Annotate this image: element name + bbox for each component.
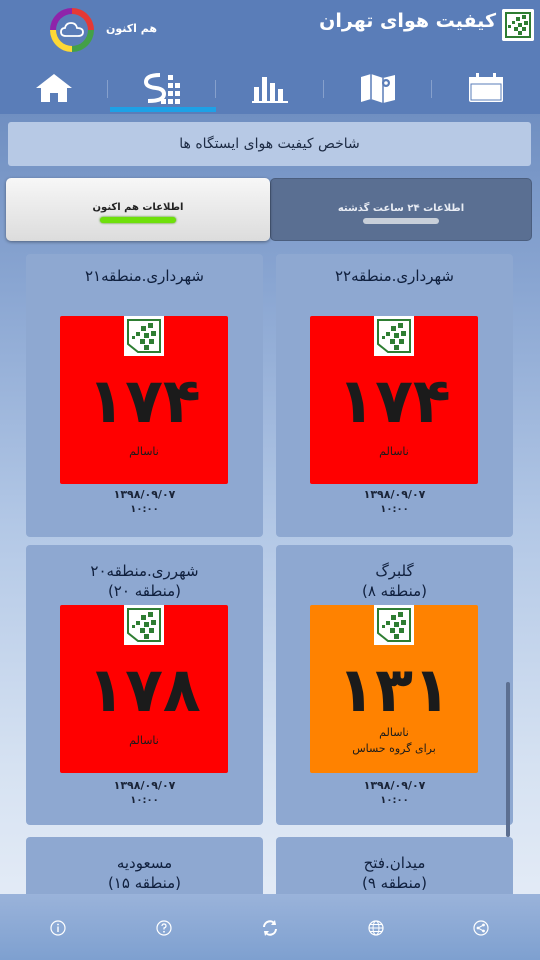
past-24h-indicator (363, 218, 439, 224)
station-name: شهرداری.منطقه۲۲ (335, 267, 454, 285)
share-icon (473, 920, 489, 936)
aqi-value: ۱۷۴ (337, 364, 451, 437)
station-name: شهرری.منطقه۲۰ (منطقه ۲۰) (90, 562, 199, 600)
refresh-button[interactable] (260, 918, 280, 938)
station-name: گلبرگ (منطقه ۸) (361, 562, 428, 600)
app-header: کیفیت هوای تهران هم اکنون (0, 0, 540, 62)
station-card[interactable]: شهرداری.منطقه۲۱ ۱۷۴ ناسالم ۱۳۹۸/۰۹/۰۷ ۱۰… (26, 254, 263, 537)
station-name: مسعودیه (منطقه ۱۵) (107, 854, 182, 892)
bar-chart-icon (252, 77, 288, 103)
tab-chart[interactable] (216, 62, 324, 114)
station-date: ۱۳۹۸/۰۹/۰۷ (363, 488, 426, 501)
globe-button[interactable] (366, 918, 386, 938)
calendar-icon (469, 73, 503, 102)
aqi-box: ۱۷۴ ناسالم (310, 316, 478, 484)
help-icon (156, 920, 172, 936)
aqi-status: ناسالم (129, 445, 159, 458)
data-mode-toggle: اطلاعات ۲۴ ساعت گذشته اطلاعات هم اکنون (6, 178, 532, 241)
tab-map[interactable] (324, 62, 432, 114)
info-icon (50, 920, 66, 936)
now-label: هم اکنون (106, 22, 158, 35)
station-card[interactable]: گلبرگ (منطقه ۸) ۱۳۱ ناسالم برای گروه حسا… (276, 545, 513, 825)
share-button[interactable] (471, 918, 491, 938)
info-button[interactable] (48, 918, 68, 938)
station-date: ۱۳۹۸/۰۹/۰۷ (113, 488, 176, 501)
tab-calendar[interactable] (432, 62, 540, 114)
current-data-indicator (100, 217, 176, 223)
refresh-icon (263, 920, 277, 936)
station-card[interactable]: شهرداری.منطقه۲۲ ۱۷۴ ناسالم ۱۳۹۸/۰۹/۰۷ ۱۰… (276, 254, 513, 537)
aqi-box: ۱۳۱ ناسالم برای گروه حساس (310, 605, 478, 773)
aqi-box: ۱۷۴ ناسالم (60, 316, 228, 484)
station-time: ۱۰:۰۰ (130, 504, 159, 515)
aqi-value: ۱۳۱ (337, 653, 451, 726)
aqi-logo-icon (374, 316, 414, 356)
bottom-bar (0, 894, 540, 960)
aqi-logo-icon (124, 316, 164, 356)
app-title: کیفیت هوای تهران (319, 10, 496, 32)
aqi-status: ناسالم برای گروه حساس (352, 726, 436, 755)
map-icon (361, 74, 395, 103)
station-time: ۱۰:۰۰ (380, 795, 409, 806)
home-icon (36, 74, 72, 102)
station-name: شهرداری.منطقه۲۱ (85, 267, 204, 285)
stations-icon (143, 73, 180, 104)
station-card[interactable]: شهرری.منطقه۲۰ (منطقه ۲۰) ۱۷۸ ناسالم ۱۳۹۸… (26, 545, 263, 825)
current-data-label: اطلاعات هم اکنون (92, 202, 184, 213)
current-data-button[interactable]: اطلاعات هم اکنون (6, 178, 270, 241)
weather-now-button[interactable] (50, 8, 94, 52)
aqi-value: ۱۷۴ (87, 364, 201, 437)
station-date: ۱۳۹۸/۰۹/۰۷ (113, 779, 176, 792)
aqi-box: ۱۷۸ ناسالم (60, 605, 228, 773)
cloud-icon (56, 14, 88, 46)
past-24h-label: اطلاعات ۲۴ ساعت گذشته (337, 203, 465, 214)
past-24h-button[interactable]: اطلاعات ۲۴ ساعت گذشته (270, 178, 532, 241)
tab-home[interactable] (0, 62, 108, 114)
scrollbar[interactable] (506, 682, 510, 837)
station-time: ۱۰:۰۰ (130, 795, 159, 806)
station-name: میدان.فتح (منطقه ۹) (361, 854, 428, 892)
aqi-logo-icon (124, 605, 164, 645)
active-tab-indicator (110, 107, 216, 112)
station-date: ۱۳۹۸/۰۹/۰۷ (363, 779, 426, 792)
section-title: شاخص کیفیت هوای ایستگاه ها (8, 122, 531, 166)
station-time: ۱۰:۰۰ (380, 504, 409, 515)
aqi-status: ناسالم (379, 445, 409, 458)
aqi-value: ۱۷۸ (87, 653, 201, 726)
aqi-status: ناسالم (129, 734, 159, 747)
globe-icon (368, 920, 384, 936)
aqi-logo-icon (374, 605, 414, 645)
help-button[interactable] (154, 918, 174, 938)
tab-bar (0, 62, 540, 114)
app-logo-icon (502, 9, 534, 41)
